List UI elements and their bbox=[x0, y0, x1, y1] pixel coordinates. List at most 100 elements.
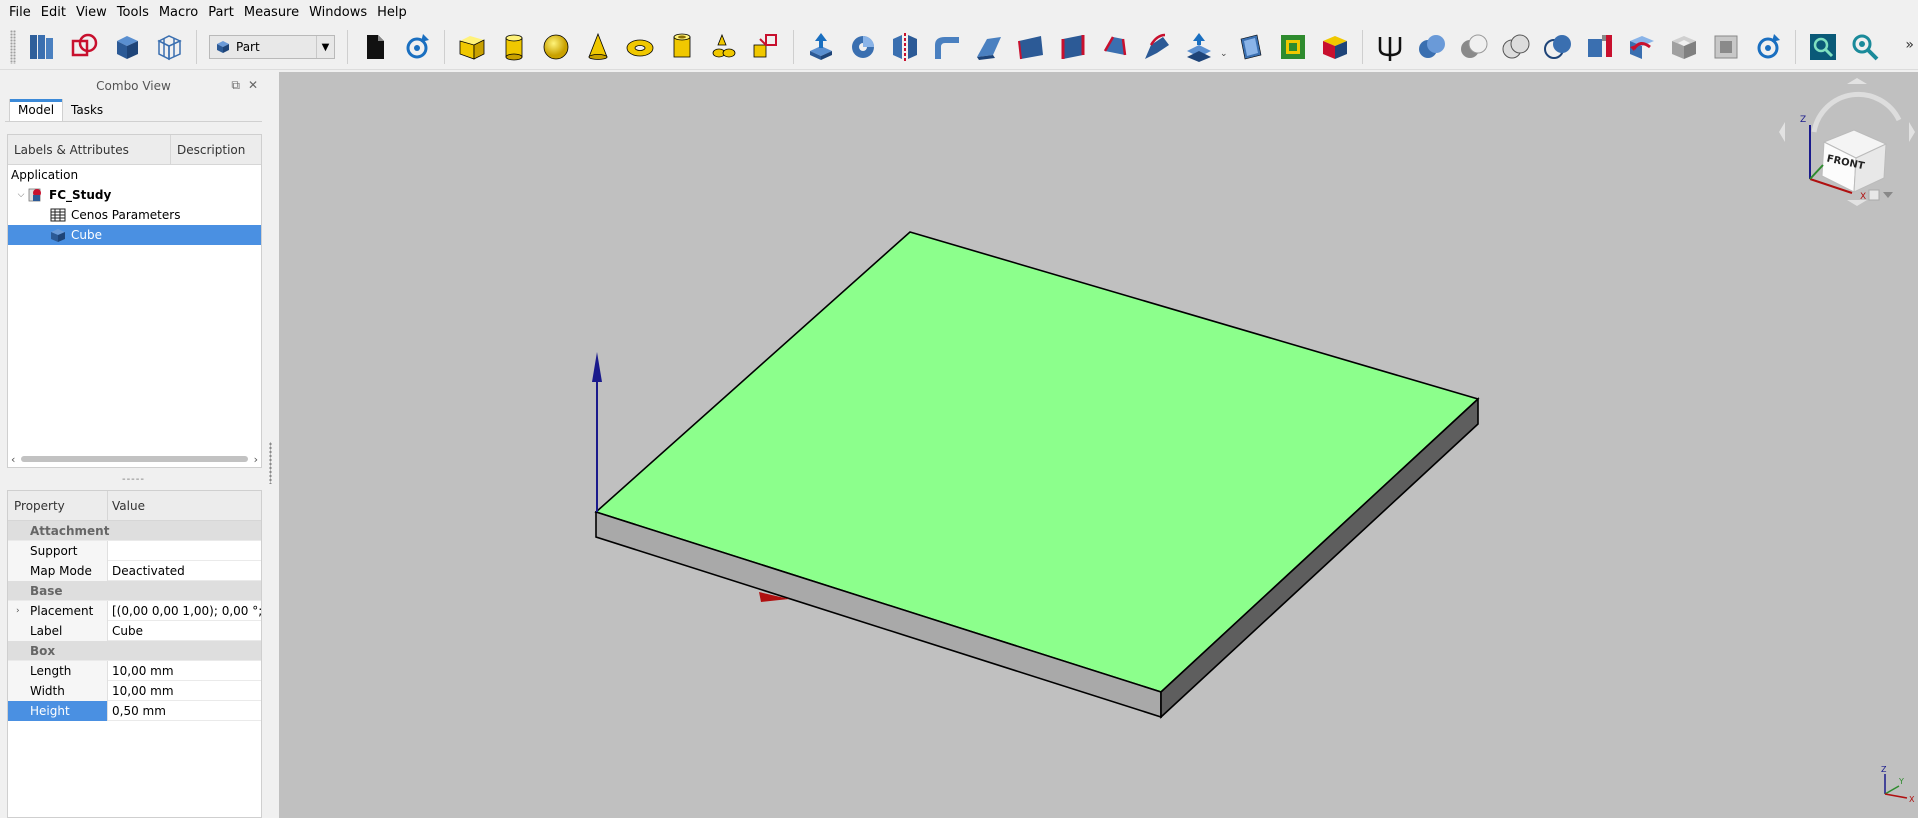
property-name: Map Mode bbox=[8, 560, 108, 581]
property-value[interactable]: [(0,00 0,00 1,00); 0,00 °; (0,... bbox=[108, 604, 261, 618]
property-value[interactable]: Deactivated bbox=[108, 564, 261, 578]
part-torus-icon[interactable] bbox=[622, 29, 658, 65]
revolve-icon[interactable] bbox=[845, 29, 881, 65]
boolean-icon[interactable] bbox=[1414, 29, 1450, 65]
workbench-selector[interactable]: Part ▼ bbox=[209, 35, 335, 59]
offset-icon[interactable] bbox=[1233, 29, 1269, 65]
part-cone-icon[interactable] bbox=[580, 29, 616, 65]
dock-resize-handle[interactable] bbox=[269, 442, 272, 484]
property-row-label[interactable]: Label Cube bbox=[8, 620, 261, 641]
part-tube-icon[interactable] bbox=[664, 29, 700, 65]
property-row-length[interactable]: Length 10,00 mm bbox=[8, 660, 261, 681]
join-features-icon[interactable] bbox=[1582, 29, 1618, 65]
extrude-icon[interactable] bbox=[803, 29, 839, 65]
refresh-icon[interactable] bbox=[399, 29, 435, 65]
property-value[interactable]: Cube bbox=[108, 624, 261, 638]
sketch-icon[interactable] bbox=[67, 29, 103, 65]
chevron-down-icon[interactable]: ⌵ bbox=[14, 190, 28, 200]
check-geometry-icon[interactable] bbox=[1624, 29, 1660, 65]
3d-scene[interactable]: FRONT Z X Z Y X bbox=[279, 72, 1918, 818]
navcube-axis-z: Z bbox=[1800, 115, 1806, 125]
menu-macro[interactable]: Macro bbox=[154, 0, 203, 25]
chevron-down-icon[interactable]: ▼ bbox=[316, 36, 334, 58]
thickness-icon[interactable] bbox=[1275, 29, 1311, 65]
menu-measure[interactable]: Measure bbox=[239, 0, 304, 25]
property-name: Height bbox=[8, 700, 108, 721]
part-sphere-icon[interactable] bbox=[538, 29, 574, 65]
chevron-left-icon[interactable]: ‹ bbox=[11, 453, 15, 466]
part-cylinder-icon[interactable] bbox=[496, 29, 532, 65]
common-icon[interactable] bbox=[1540, 29, 1576, 65]
mirror-icon[interactable] bbox=[887, 29, 923, 65]
property-group-box[interactable]: Box bbox=[8, 641, 261, 661]
property-row-width[interactable]: Width 10,00 mm bbox=[8, 680, 261, 701]
property-header-property[interactable]: Property bbox=[8, 491, 108, 520]
property-value[interactable]: 10,00 mm bbox=[108, 684, 261, 698]
compound-tools-icon[interactable] bbox=[1372, 29, 1408, 65]
menu-help[interactable]: Help bbox=[372, 0, 412, 25]
loft-icon[interactable] bbox=[1097, 29, 1133, 65]
chevron-right-icon[interactable]: › bbox=[254, 453, 258, 466]
close-icon[interactable]: ✕ bbox=[248, 78, 258, 93]
toolbar-grip[interactable] bbox=[10, 30, 16, 64]
panel-splitter[interactable]: ----- bbox=[5, 468, 262, 490]
property-row-placement[interactable]: › Placement [(0,00 0,00 1,00); 0,00 °; (0… bbox=[8, 600, 261, 621]
fillet-icon[interactable] bbox=[929, 29, 965, 65]
tab-tasks[interactable]: Tasks bbox=[63, 100, 111, 121]
property-row-height[interactable]: Height 0,50 mm bbox=[8, 700, 261, 721]
property-value[interactable]: 10,00 mm bbox=[108, 664, 261, 678]
cut-icon[interactable] bbox=[1456, 29, 1492, 65]
property-row-map-mode[interactable]: Map Mode Deactivated bbox=[8, 560, 261, 581]
plate-top-face[interactable] bbox=[594, 231, 1480, 693]
part-primitives-icon[interactable] bbox=[706, 29, 742, 65]
menu-view[interactable]: View bbox=[71, 0, 112, 25]
make-face-icon[interactable] bbox=[1013, 29, 1049, 65]
property-row-support[interactable]: Support bbox=[8, 540, 261, 561]
color-per-face-icon[interactable] bbox=[1317, 29, 1353, 65]
3d-view[interactable]: FRONT Z X Z Y X bbox=[279, 72, 1918, 818]
chamfer-icon[interactable] bbox=[971, 29, 1007, 65]
property-group-attachment[interactable]: Attachment bbox=[8, 521, 261, 541]
chevron-right-icon[interactable]: › bbox=[16, 606, 20, 616]
menu-file[interactable]: File bbox=[4, 0, 36, 25]
menu-windows[interactable]: Windows bbox=[304, 0, 372, 25]
tree-item-cube[interactable]: Cube bbox=[8, 225, 261, 245]
measure-icon[interactable] bbox=[1805, 29, 1841, 65]
chevron-down-icon[interactable] bbox=[1883, 192, 1893, 198]
property-header-value[interactable]: Value bbox=[108, 491, 261, 520]
solid-cube-icon[interactable] bbox=[109, 29, 145, 65]
refresh-icon[interactable] bbox=[1750, 29, 1786, 65]
menu-part[interactable]: Part bbox=[203, 0, 239, 25]
fuse-icon[interactable] bbox=[1498, 29, 1534, 65]
part-workbench-icon bbox=[217, 41, 229, 53]
property-value[interactable]: 0,50 mm bbox=[108, 704, 261, 718]
float-icon[interactable]: ⧉ bbox=[231, 78, 240, 93]
shape-builder-icon[interactable] bbox=[748, 29, 784, 65]
tree-header: Labels & Attributes Description bbox=[8, 135, 261, 165]
defeaturing-icon[interactable] bbox=[1666, 29, 1702, 65]
toolbar-overflow-icon[interactable]: » bbox=[1905, 37, 1914, 53]
wireframe-cube-icon[interactable] bbox=[151, 29, 187, 65]
books-icon[interactable] bbox=[25, 29, 61, 65]
ruled-surface-icon[interactable] bbox=[1055, 29, 1091, 65]
tree-header-labels[interactable]: Labels & Attributes bbox=[8, 135, 171, 164]
projection-icon[interactable] bbox=[1708, 29, 1744, 65]
tree-header-description[interactable]: Description bbox=[171, 135, 261, 164]
menu-edit[interactable]: Edit bbox=[36, 0, 71, 25]
scrollbar-thumb[interactable] bbox=[21, 456, 248, 462]
chevron-down-icon[interactable]: ⌄ bbox=[1220, 49, 1228, 59]
section-icon[interactable] bbox=[1181, 29, 1217, 65]
sweep-icon[interactable] bbox=[1139, 29, 1175, 65]
part-box-icon[interactable] bbox=[454, 29, 490, 65]
property-group-base[interactable]: Base bbox=[8, 581, 261, 601]
new-document-icon[interactable] bbox=[357, 29, 393, 65]
tree-document-row[interactable]: ⌵ FC_Study bbox=[8, 185, 261, 205]
view-menu-icon[interactable] bbox=[1868, 189, 1880, 201]
tab-model[interactable]: Model bbox=[9, 99, 64, 121]
tree-horizontal-scrollbar[interactable]: ‹ › bbox=[8, 451, 261, 467]
application-label: Application bbox=[11, 168, 79, 182]
zoom-icon[interactable] bbox=[1847, 29, 1883, 65]
navigation-cube[interactable]: FRONT Z X bbox=[1779, 78, 1915, 206]
tree-item-cenos-parameters[interactable]: Cenos Parameters bbox=[8, 205, 261, 225]
menu-tools[interactable]: Tools bbox=[112, 0, 154, 25]
